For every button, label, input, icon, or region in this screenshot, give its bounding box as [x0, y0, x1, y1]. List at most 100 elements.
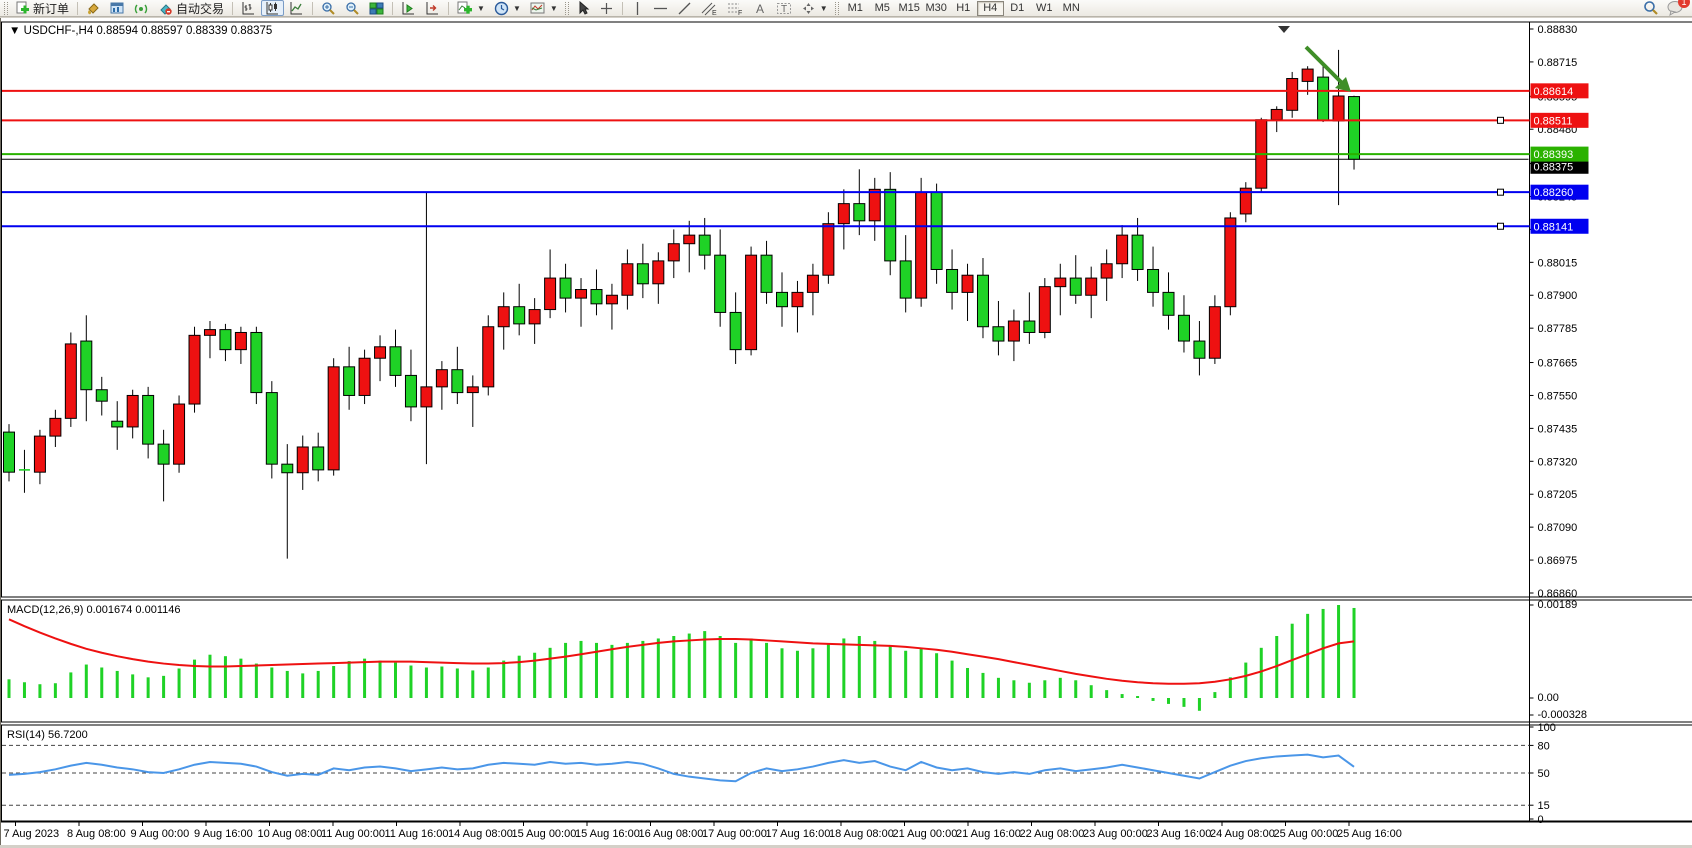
- crosshair-icon: [599, 1, 614, 16]
- fibonacci-icon: F: [727, 1, 744, 16]
- templates-button[interactable]: ▼: [526, 0, 562, 16]
- price-axis-tick: 0.88715: [1538, 57, 1578, 69]
- candle: [746, 255, 757, 349]
- candle: [931, 192, 942, 269]
- candle: [1209, 307, 1220, 359]
- candlestick-mode-button[interactable]: [261, 0, 284, 16]
- macd-histogram-bar: [1043, 680, 1046, 698]
- vertical-line-icon: [631, 1, 644, 16]
- bar-chart-icon: [241, 1, 256, 16]
- crosshair-button[interactable]: [595, 0, 618, 16]
- macd-histogram-bar: [224, 656, 227, 698]
- chart-window[interactable]: 0.888300.887150.885950.884800.883600.882…: [0, 18, 1692, 845]
- macd-histogram-bar: [301, 673, 304, 698]
- text-tool[interactable]: A: [749, 0, 771, 16]
- notification-badge: 1: [1678, 0, 1690, 8]
- time-axis-label: 21 Aug 16:00: [956, 828, 1021, 840]
- macd-histogram-bar: [1260, 648, 1263, 698]
- candle: [328, 367, 339, 470]
- macd-histogram-bar: [332, 666, 335, 698]
- vertical-line-tool[interactable]: [627, 0, 648, 16]
- text-label-icon: T: [776, 1, 792, 16]
- autotrading-button[interactable]: 自动交易: [154, 0, 228, 16]
- zoom-out-button[interactable]: [341, 0, 364, 16]
- price-axis-tick: 0.87665: [1538, 358, 1578, 370]
- autotrading-label: 自动交易: [176, 0, 224, 17]
- periods-button[interactable]: ▼: [490, 0, 525, 16]
- notifications-button[interactable]: 1: [1667, 0, 1684, 16]
- candle: [637, 264, 648, 284]
- search-icon[interactable]: [1643, 0, 1659, 16]
- candle: [823, 224, 834, 276]
- candle: [854, 204, 865, 221]
- candle: [1086, 278, 1097, 295]
- candle: [112, 421, 123, 427]
- indicators-button[interactable]: ▼: [453, 0, 489, 16]
- fibonacci-tool[interactable]: F: [723, 0, 748, 16]
- svg-text:0.88393: 0.88393: [1534, 149, 1574, 161]
- timeframe-MN[interactable]: MN: [1058, 1, 1085, 16]
- timeframe-M15[interactable]: M15: [896, 1, 923, 16]
- line-handle[interactable]: [1498, 117, 1504, 123]
- chart-window-button[interactable]: [106, 0, 129, 16]
- candle: [143, 395, 154, 444]
- timeframe-M30[interactable]: M30: [923, 1, 950, 16]
- trendline-tool[interactable]: [673, 0, 696, 16]
- macd-histogram-bar: [610, 645, 613, 698]
- candle: [174, 404, 185, 464]
- signals-button[interactable]: [130, 0, 153, 16]
- macd-histogram-bar: [409, 666, 412, 698]
- timeframe-H4[interactable]: H4: [977, 1, 1004, 16]
- arrows-tool[interactable]: ▼: [797, 0, 832, 16]
- candle: [189, 335, 200, 404]
- price-chart[interactable]: 0.888300.887150.885950.884800.883600.882…: [1, 18, 1692, 848]
- horizontal-line-tool[interactable]: [649, 0, 672, 16]
- line-handle[interactable]: [1498, 189, 1504, 195]
- cursor-button[interactable]: [572, 0, 594, 16]
- macd-histogram-bar: [1182, 698, 1185, 707]
- time-axis-label: 9 Aug 00:00: [131, 828, 190, 840]
- macd-histogram-bar: [1121, 694, 1124, 698]
- rsi-label: RSI(14) 56.7200: [7, 729, 88, 741]
- line-chart-mode-button[interactable]: [285, 0, 308, 16]
- macd-histogram-bar: [270, 667, 273, 698]
- macd-histogram-bar: [719, 636, 722, 698]
- candle: [4, 432, 15, 472]
- text-label-tool[interactable]: T: [772, 0, 796, 16]
- channel-icon: E: [701, 1, 718, 16]
- zoom-in-button[interactable]: [317, 0, 340, 16]
- candle: [1225, 218, 1236, 307]
- text-tool-icon: A: [753, 1, 767, 16]
- autotrading-icon: [158, 1, 173, 16]
- time-axis-label: 23 Aug 00:00: [1083, 828, 1148, 840]
- macd-histogram-bar: [1353, 608, 1356, 698]
- line-handle[interactable]: [1498, 223, 1504, 229]
- candle: [50, 418, 61, 436]
- macd-histogram-bar: [147, 677, 150, 698]
- line-chart-icon: [289, 1, 304, 16]
- styles-button[interactable]: [82, 0, 105, 16]
- macd-histogram-bar: [1105, 690, 1108, 698]
- timeframe-H1[interactable]: H1: [950, 1, 977, 16]
- chart-shift-button[interactable]: [421, 0, 444, 16]
- price-axis-tick: 0.87900: [1538, 290, 1578, 302]
- time-axis-label: 10 Aug 08:00: [258, 828, 323, 840]
- candle: [962, 275, 973, 292]
- equidistant-channel-tool[interactable]: E: [697, 0, 722, 16]
- rsi-axis-tick: 100: [1538, 722, 1556, 734]
- timeframe-D1[interactable]: D1: [1004, 1, 1031, 16]
- timeframe-M1[interactable]: M1: [842, 1, 869, 16]
- timeframe-W1[interactable]: W1: [1031, 1, 1058, 16]
- new-order-button[interactable]: 新订单: [11, 0, 73, 16]
- candle: [576, 290, 587, 299]
- macd-histogram-bar: [502, 661, 505, 698]
- tile-windows-button[interactable]: [365, 0, 388, 16]
- auto-scroll-button[interactable]: [397, 0, 420, 16]
- candle: [792, 292, 803, 306]
- time-axis-label: 15 Aug 00:00: [512, 828, 577, 840]
- candle: [699, 235, 710, 255]
- candle: [545, 278, 556, 309]
- timeframe-M5[interactable]: M5: [869, 1, 896, 16]
- bar-chart-mode-button[interactable]: [237, 0, 260, 16]
- svg-text:0.88511: 0.88511: [1534, 115, 1573, 127]
